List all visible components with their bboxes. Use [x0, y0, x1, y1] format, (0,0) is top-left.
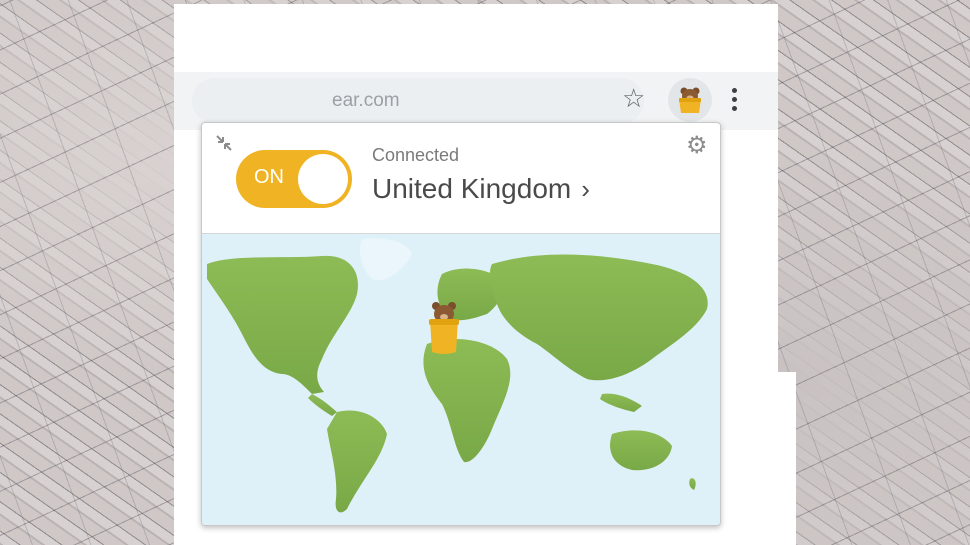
- vpn-toggle[interactable]: ON: [236, 150, 352, 208]
- location-selector[interactable]: United Kingdom ›: [372, 173, 590, 205]
- greenland: [360, 238, 412, 281]
- south-america: [327, 410, 387, 513]
- collapse-arrows-icon[interactable]: [214, 133, 234, 153]
- bear-extension-button[interactable]: [668, 78, 712, 122]
- toggle-label: ON: [254, 166, 284, 188]
- vpn-popup: ⚙ ON Connected United Kingdom ›: [201, 122, 721, 526]
- address-bar[interactable]: ear.com ☆: [192, 78, 645, 124]
- central-america: [308, 394, 337, 416]
- gear-icon[interactable]: ⚙: [686, 133, 708, 157]
- world-map-graphic: [207, 238, 708, 513]
- location-label: United Kingdom: [372, 173, 572, 204]
- north-america: [207, 255, 358, 394]
- url-text[interactable]: ear.com: [332, 90, 400, 112]
- bear-icon: [679, 87, 701, 113]
- chevron-right-icon: ›: [581, 173, 590, 204]
- asia: [489, 254, 708, 381]
- se-asia: [600, 393, 642, 412]
- star-icon[interactable]: ☆: [622, 86, 645, 112]
- browser-edge: [778, 372, 796, 545]
- australia: [610, 430, 672, 471]
- kebab-menu-icon[interactable]: [732, 88, 738, 114]
- africa: [423, 339, 511, 463]
- connection-status: Connected: [372, 145, 460, 165]
- toggle-knob: [298, 154, 348, 204]
- new-zealand: [689, 478, 696, 490]
- world-map[interactable]: [202, 233, 720, 525]
